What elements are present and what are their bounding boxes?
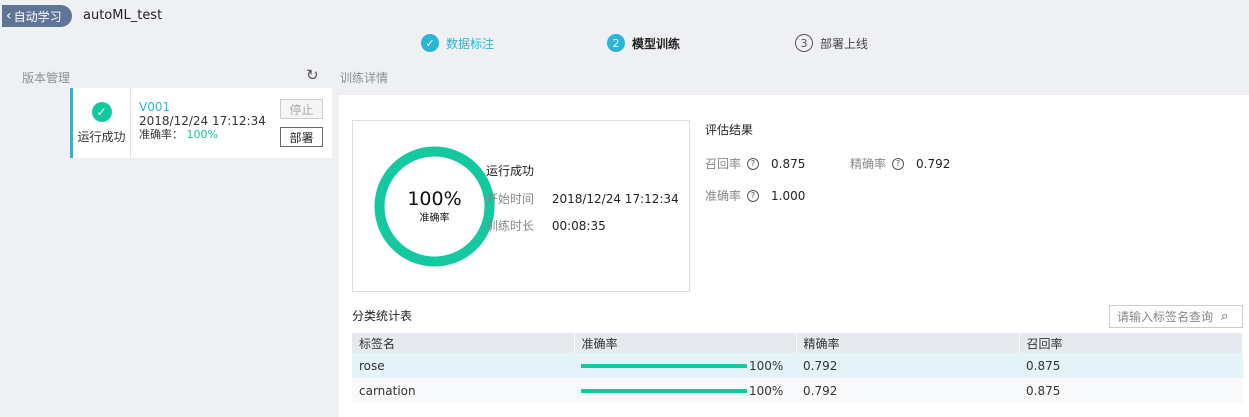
step-label: 部署上线 <box>820 36 869 51</box>
version-info: V001 2018/12/24 17:12:34 准确率： 100% <box>139 100 266 142</box>
evaluation-title: 评估结果 <box>705 123 754 137</box>
label-search-input[interactable] <box>1117 309 1221 324</box>
recall-metric: 召回率 ? 0.875 <box>705 155 805 172</box>
table-header-row: 标签名 准确率 精确率 召回率 <box>352 333 1243 353</box>
accuracy-bar-fill <box>581 363 747 368</box>
version-status: ✓ 运行成功 <box>73 88 131 158</box>
precision-value: 0.792 <box>916 156 951 171</box>
precision-cell: 0.792 <box>796 378 1019 403</box>
duration-value: 00:08:35 <box>551 219 606 233</box>
stop-button[interactable]: 停止 <box>280 99 323 119</box>
chevron-left-icon: ‹ <box>6 8 12 24</box>
duration-row: 训练时长 00:08:35 <box>486 217 606 234</box>
recall-value: 0.875 <box>771 156 806 171</box>
column-header[interactable]: 精确率 <box>796 333 1020 353</box>
precision-label: 精确率 <box>850 157 887 171</box>
help-icon[interactable]: ? <box>747 189 760 202</box>
back-button[interactable]: ‹ 自动学习 <box>2 5 72 27</box>
check-circle-icon: ✓ <box>91 101 112 122</box>
column-header[interactable]: 标签名 <box>352 333 575 353</box>
accuracy-bar <box>581 363 747 368</box>
classification-table-title: 分类统计表 <box>352 309 413 323</box>
step-label: 模型训练 <box>632 36 681 51</box>
step-data-labeling[interactable]: ✓ 数据标注 <box>421 34 494 52</box>
refresh-icon[interactable]: ↻ <box>306 66 319 84</box>
step-number: 2 <box>607 34 625 52</box>
accuracy-value: 1.000 <box>771 188 806 203</box>
back-button-label: 自动学习 <box>13 9 62 24</box>
search-icon[interactable]: ⌕ <box>1221 309 1228 324</box>
precision-cell: 0.792 <box>796 353 1019 378</box>
column-header[interactable]: 准确率 <box>574 333 797 353</box>
training-details-panel: 100% 准确率 运行成功 开始时间 2018/12/24 17:12:34 训… <box>339 95 1249 417</box>
help-icon[interactable]: ? <box>892 157 905 170</box>
version-card[interactable]: ✓ 运行成功 V001 2018/12/24 17:12:34 准确率： 100… <box>70 88 332 158</box>
version-time: 2018/12/24 17:12:34 <box>139 114 266 128</box>
version-name: V001 <box>139 100 171 114</box>
accuracy-cell: 100% <box>574 378 796 403</box>
recall-cell: 0.875 <box>1019 353 1243 378</box>
accuracy-label: 准确率 <box>705 189 742 203</box>
deploy-button[interactable]: 部署 <box>280 127 323 147</box>
accuracy-ring-center: 100% 准确率 <box>373 145 496 268</box>
ring-label: 准确率 <box>419 213 450 224</box>
accuracy-value: 100% <box>749 383 784 398</box>
ring-percent: 100% <box>407 188 462 210</box>
label-search: ⌕ <box>1109 305 1243 328</box>
version-accuracy-label: 准确率： <box>139 128 183 141</box>
accuracy-bar-fill <box>581 388 747 393</box>
step-label: 数据标注 <box>446 36 495 51</box>
step-indicator: ✓ 数据标注 2 模型训练 3 部署上线 <box>0 34 1249 54</box>
recall-cell: 0.875 <box>1019 378 1243 403</box>
version-status-text: 运行成功 <box>77 129 126 144</box>
training-summary-card: 100% 准确率 运行成功 开始时间 2018/12/24 17:12:34 训… <box>352 120 690 292</box>
check-icon: ✓ <box>421 34 439 52</box>
version-accuracy: 准确率： 100% <box>139 128 266 142</box>
training-status: 运行成功 <box>486 164 535 178</box>
recall-label: 召回率 <box>705 157 742 171</box>
step-model-training[interactable]: 2 模型训练 <box>607 34 680 52</box>
step-deploy[interactable]: 3 部署上线 <box>795 34 868 52</box>
help-icon[interactable]: ? <box>747 157 760 170</box>
start-time-value: 2018/12/24 17:12:34 <box>551 192 679 206</box>
accuracy-value: 100% <box>749 358 784 373</box>
precision-metric: 精确率 ? 0.792 <box>850 155 950 172</box>
label-cell: carnation <box>352 378 574 403</box>
version-management-title: 版本管理 <box>22 71 71 85</box>
accuracy-bar <box>581 388 747 393</box>
accuracy-cell: 100% <box>574 353 796 378</box>
accuracy-metric: 准确率 ? 1.000 <box>705 187 805 204</box>
training-details-title: 训练详情 <box>340 71 389 85</box>
table-row[interactable]: carnation 100% 0.792 0.875 <box>352 378 1243 403</box>
label-cell: rose <box>352 353 574 378</box>
start-time-label: 开始时间 <box>486 192 535 206</box>
step-number: 3 <box>795 34 813 52</box>
column-header[interactable]: 召回率 <box>1019 333 1243 353</box>
classification-table: 标签名 准确率 精确率 召回率 rose 100% 0.792 0.875 ca… <box>352 333 1243 403</box>
duration-label: 训练时长 <box>486 219 535 233</box>
start-time-row: 开始时间 2018/12/24 17:12:34 <box>486 190 679 207</box>
table-row[interactable]: rose 100% 0.792 0.875 <box>352 353 1243 378</box>
app-title: autoML_test <box>83 8 163 23</box>
version-accuracy-value: 100% <box>186 128 218 141</box>
